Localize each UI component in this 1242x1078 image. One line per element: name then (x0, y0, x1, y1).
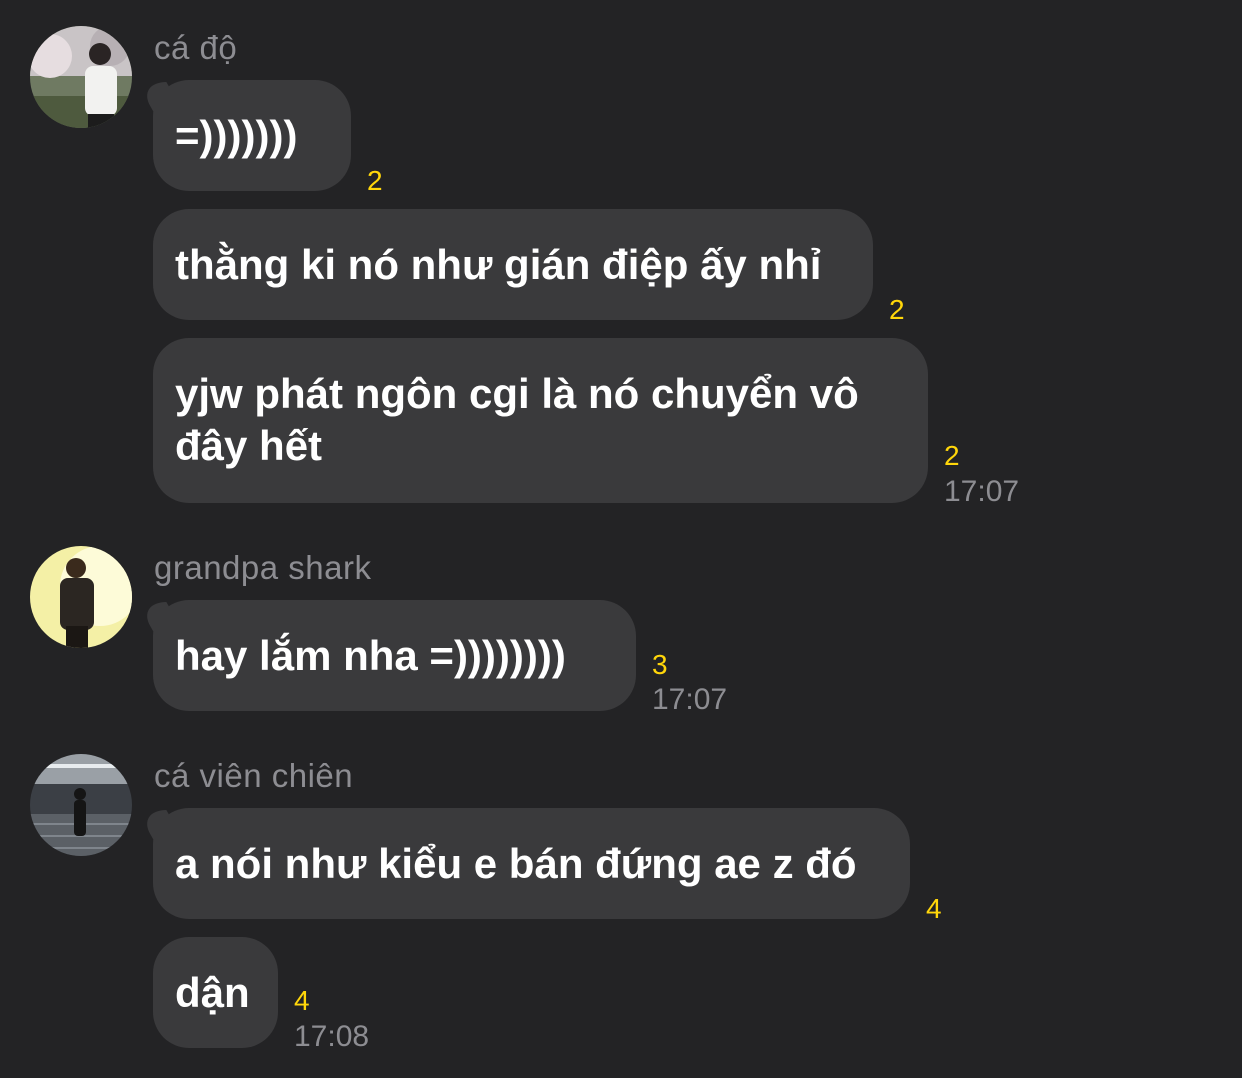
seen-count: 4 (926, 893, 942, 924)
message-text: =))))))) (175, 112, 298, 159)
avatar-grandpa-shark[interactable] (30, 546, 132, 648)
seen-count: 2 (944, 440, 960, 471)
sender-name: grandpa shark (154, 549, 372, 586)
message-bubble[interactable]: hay lắm nha =)))))))) (153, 600, 636, 711)
avatar-ca-vien-chien[interactable] (30, 754, 132, 856)
message-bubble[interactable]: dận (153, 937, 278, 1048)
seen-count: 2 (889, 294, 905, 325)
sender-name: cá viên chiên (154, 757, 354, 794)
message-text: a nói như kiểu e bán đứng ae z đó (175, 840, 857, 887)
message-time: 17:08 (294, 1020, 370, 1053)
message-text-line: yjw phát ngôn cgi là nó chuyển vô (175, 370, 859, 417)
seen-count: 3 (652, 649, 668, 680)
message-text-line: đây hết (175, 422, 323, 469)
message-text: thằng ki nó như gián điệp ấy nhỉ (175, 241, 822, 288)
sender-name: cá độ (154, 29, 238, 66)
message-bubble[interactable]: yjw phát ngôn cgi là nó chuyển vô đây hế… (153, 338, 928, 503)
message-time: 17:07 (652, 683, 728, 716)
message-time: 17:07 (944, 475, 1020, 508)
seen-count: 2 (367, 165, 383, 196)
seen-count: 4 (294, 985, 310, 1016)
message-bubble[interactable]: thằng ki nó như gián điệp ấy nhỉ (153, 209, 873, 320)
message-bubble[interactable]: a nói như kiểu e bán đứng ae z đó (153, 808, 910, 919)
avatar-ca-do[interactable] (30, 26, 132, 128)
message-text: dận (175, 969, 250, 1016)
message-text: hay lắm nha =)))))))) (175, 632, 566, 679)
message-bubble[interactable]: =))))))) (153, 80, 351, 191)
